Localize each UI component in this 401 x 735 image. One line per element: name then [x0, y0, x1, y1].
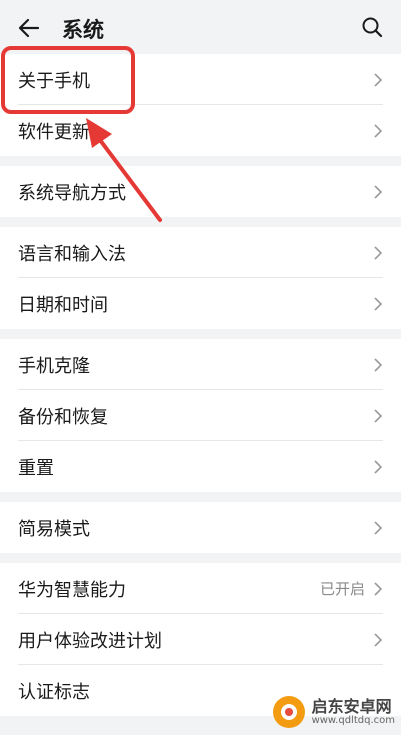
chevron-right-icon [374, 633, 383, 647]
menu-item-label: 软件更新 [18, 121, 90, 143]
settings-group-language: 语言和输入法 日期和时间 [0, 227, 401, 329]
menu-item-date-time[interactable]: 日期和时间 [0, 278, 401, 329]
menu-item-backup-restore[interactable]: 备份和恢复 [0, 390, 401, 441]
menu-item-language-input[interactable]: 语言和输入法 [0, 227, 401, 278]
menu-item-label: 手机克隆 [18, 355, 90, 377]
menu-item-label: 日期和时间 [18, 294, 108, 316]
menu-item-user-experience[interactable]: 用户体验改进计划 [0, 614, 401, 665]
menu-item-label: 简易模式 [18, 518, 90, 540]
highlight-box [1, 46, 135, 114]
menu-item-label: 用户体验改进计划 [18, 630, 162, 652]
page-title: 系统 [62, 18, 104, 42]
group-gap [0, 553, 401, 563]
watermark-logo-icon [272, 696, 305, 728]
menu-item-label: 系统导航方式 [18, 182, 126, 204]
status-value: 已开启 [319, 580, 365, 598]
group-gap [0, 492, 401, 502]
group-gap [0, 217, 401, 227]
menu-item-simple-mode[interactable]: 简易模式 [0, 502, 401, 553]
settings-group-simple-mode: 简易模式 [0, 502, 401, 553]
menu-item-huawei-assistant[interactable]: 华为智慧能力 已开启 [0, 563, 401, 614]
menu-item-reset[interactable]: 重置 [0, 441, 401, 492]
chevron-right-icon [374, 409, 383, 423]
chevron-right-icon [374, 73, 383, 87]
search-icon[interactable] [361, 16, 383, 38]
settings-group-misc: 华为智慧能力 已开启 用户体验改进计划 认证标志 [0, 563, 401, 716]
menu-item-label: 认证标志 [18, 681, 90, 703]
chevron-right-icon [374, 185, 383, 199]
chevron-right-icon [374, 460, 383, 474]
chevron-right-icon [374, 124, 383, 138]
group-gap [0, 156, 401, 166]
menu-item-label: 备份和恢复 [18, 406, 108, 428]
watermark: 启东安卓网 www.qdltdq.com [272, 695, 395, 729]
chevron-right-icon [374, 246, 383, 260]
watermark-text: 启东安卓网 [311, 696, 392, 716]
chevron-right-icon [374, 297, 383, 311]
settings-group-backup: 手机克隆 备份和恢复 重置 [0, 339, 401, 492]
watermark-text-block: 启东安卓网 www.qdltdq.com [312, 698, 395, 727]
watermark-url: www.qdltdq.com [311, 715, 395, 727]
menu-item-label: 重置 [18, 457, 54, 479]
menu-item-system-navigation[interactable]: 系统导航方式 [0, 166, 401, 217]
back-arrow-icon[interactable] [18, 17, 40, 39]
chevron-right-icon [374, 358, 383, 372]
menu-item-label: 华为智慧能力 [18, 579, 126, 601]
settings-group-navigation: 系统导航方式 [0, 166, 401, 217]
chevron-right-icon [374, 582, 383, 596]
chevron-right-icon [374, 521, 383, 535]
menu-item-phone-clone[interactable]: 手机克隆 [0, 339, 401, 390]
group-gap [0, 329, 401, 339]
menu-item-label: 语言和输入法 [18, 243, 126, 265]
